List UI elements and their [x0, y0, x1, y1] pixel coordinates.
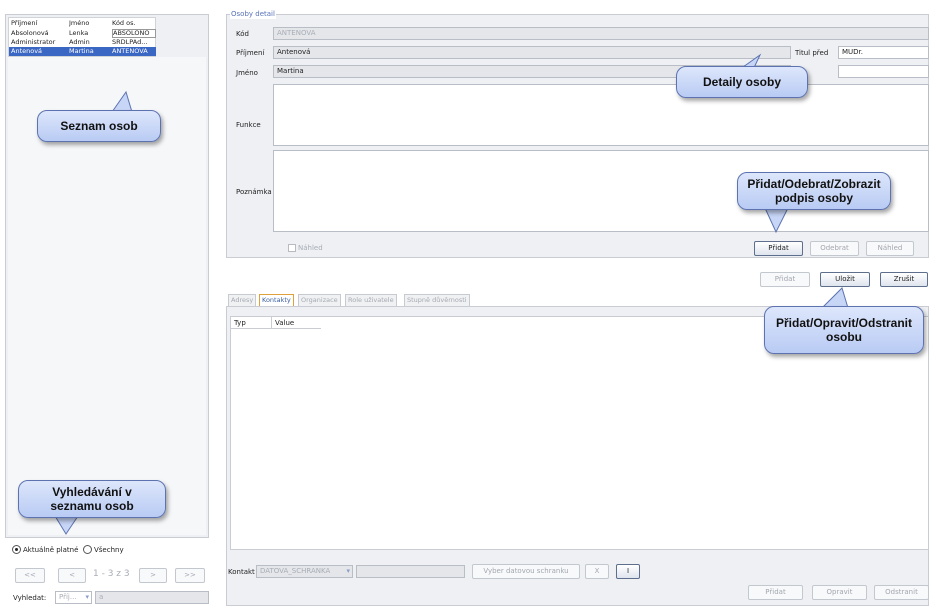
callout-person-list: Seznam osob — [37, 110, 161, 142]
callout-signature: Přidat/Odebrat/Zobrazit podpis osoby — [737, 172, 891, 210]
callout-save-person: Přidat/Opravit/Odstranit osobu — [764, 306, 924, 354]
callout-person-details: Detaily osoby — [676, 66, 808, 98]
callout-search: Vyhledávání v seznamu osob — [18, 480, 166, 518]
